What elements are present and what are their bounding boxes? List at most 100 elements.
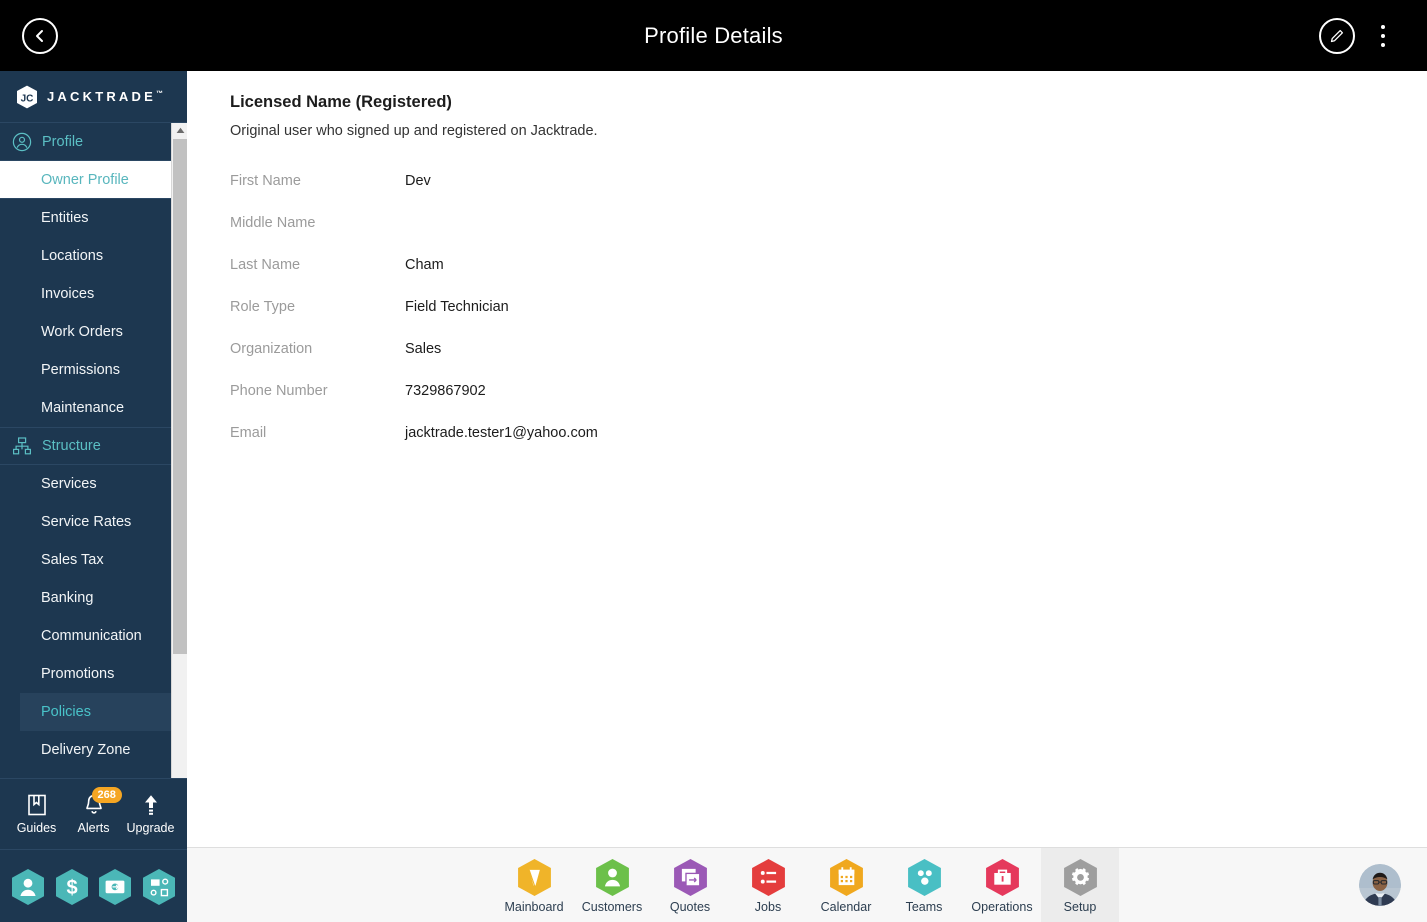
sitemap-icon bbox=[13, 437, 31, 455]
mainboard-hex-icon bbox=[517, 858, 551, 896]
tool-label: Alerts bbox=[77, 821, 110, 835]
sidebar-item-delivery-zone[interactable]: Delivery Zone bbox=[0, 731, 187, 769]
money-transfer-hex-icon[interactable] bbox=[98, 868, 132, 906]
quotes-hex-icon bbox=[673, 858, 707, 896]
sidebar-item-sales-tax[interactable]: Sales Tax bbox=[0, 541, 187, 579]
kebab-dot bbox=[1381, 25, 1385, 29]
field-row-middle-name: Middle Name bbox=[230, 202, 1427, 244]
sidebar-item-locations[interactable]: Locations bbox=[0, 237, 187, 275]
sidebar-item-invoices[interactable]: Invoices bbox=[0, 275, 187, 313]
sidebar: JC JACKTRADE™ Profile Owner Profile Enti… bbox=[0, 71, 187, 922]
sidebar-item-banking[interactable]: Banking bbox=[0, 579, 187, 617]
bottom-nav-tabs: Mainboard Customers Quotes Jobs Calendar… bbox=[187, 848, 1427, 922]
tab-label: Teams bbox=[905, 899, 943, 914]
tab-calendar[interactable]: Calendar bbox=[807, 848, 885, 922]
sidebar-item-promotions[interactable]: Promotions bbox=[0, 655, 187, 693]
tab-label: Quotes bbox=[669, 899, 711, 914]
tab-teams[interactable]: Teams bbox=[885, 848, 963, 922]
dollar-hex-icon[interactable]: $ bbox=[55, 868, 89, 906]
field-label: First Name bbox=[230, 173, 301, 189]
field-row-email: Email jacktrade.tester1@yahoo.com bbox=[230, 412, 1427, 454]
field-row-role-type: Role Type Field Technician bbox=[230, 286, 1427, 328]
sidebar-item-label: Permissions bbox=[41, 362, 120, 378]
book-icon bbox=[27, 794, 46, 816]
kebab-dot bbox=[1381, 43, 1385, 47]
app-root: Profile Details JC JACKTRADE™ Profile Ow… bbox=[0, 0, 1427, 922]
avatar[interactable] bbox=[1359, 864, 1401, 906]
calendar-hex-icon bbox=[829, 858, 863, 896]
tab-customers[interactable]: Customers bbox=[573, 848, 651, 922]
sidebar-tools: Guides 268 Alerts Upgrade bbox=[0, 778, 187, 850]
tool-label: Upgrade bbox=[126, 821, 175, 835]
field-value: Cham bbox=[405, 257, 444, 273]
sidebar-item-entities[interactable]: Entities bbox=[0, 199, 187, 237]
sidebar-item-work-orders[interactable]: Work Orders bbox=[0, 313, 187, 351]
sidebar-item-label: Owner Profile bbox=[41, 171, 129, 188]
svg-text:$: $ bbox=[66, 877, 77, 899]
alerts-badge: 268 bbox=[91, 787, 122, 803]
field-row-phone-number: Phone Number 7329867902 bbox=[230, 370, 1427, 412]
sidebar-item-label: Invoices bbox=[41, 286, 95, 302]
field-value: 7329867902 bbox=[405, 383, 486, 399]
scrollbar-thumb[interactable] bbox=[173, 139, 187, 654]
sidebar-scroll-area: Profile Owner Profile Entities Locations… bbox=[0, 123, 187, 778]
section-title: Licensed Name (Registered) bbox=[230, 93, 452, 111]
pencil-icon bbox=[1330, 29, 1344, 43]
page-title: Profile Details bbox=[644, 22, 783, 48]
sidebar-item-policies[interactable]: Policies bbox=[20, 693, 187, 731]
brand-logo[interactable]: JC JACKTRADE™ bbox=[0, 71, 187, 123]
edit-button[interactable] bbox=[1319, 18, 1355, 54]
brand-trademark: ™ bbox=[155, 90, 163, 98]
sidebar-item-label: Work Orders bbox=[41, 324, 123, 340]
sidebar-item-label: Services bbox=[41, 476, 97, 492]
sidebar-item-label: Policies bbox=[41, 704, 91, 720]
tab-operations[interactable]: Operations bbox=[963, 848, 1041, 922]
field-value: Field Technician bbox=[405, 299, 509, 315]
section-subtitle: Original user who signed up and register… bbox=[230, 123, 598, 139]
sidebar-item-label: Delivery Zone bbox=[41, 742, 131, 758]
tab-setup[interactable]: Setup bbox=[1041, 848, 1119, 922]
sidebar-item-permissions[interactable]: Permissions bbox=[0, 351, 187, 389]
kebab-dot bbox=[1381, 34, 1385, 38]
sidebar-item-services[interactable]: Services bbox=[0, 465, 187, 503]
guides-button[interactable]: Guides bbox=[9, 793, 65, 835]
field-row-organization: Organization Sales bbox=[230, 328, 1427, 370]
sidebar-scrollbar[interactable] bbox=[171, 123, 187, 778]
sidebar-group-label: Profile bbox=[42, 133, 84, 150]
brand-name: JACKTRADE™ bbox=[47, 89, 163, 104]
sidebar-item-service-rates[interactable]: Service Rates bbox=[0, 503, 187, 541]
field-label: Phone Number bbox=[230, 383, 328, 399]
alerts-button[interactable]: 268 Alerts bbox=[66, 787, 122, 835]
user-circle-icon bbox=[12, 132, 32, 151]
tab-jobs[interactable]: Jobs bbox=[729, 848, 807, 922]
field-value: Sales bbox=[405, 341, 442, 357]
tab-label: Jobs bbox=[754, 899, 782, 914]
sidebar-item-label: Service Rates bbox=[41, 514, 132, 530]
bottom-navigation: Mainboard Customers Quotes Jobs Calendar… bbox=[187, 847, 1427, 922]
up-arrow-icon bbox=[144, 795, 157, 815]
sidebar-item-maintenance[interactable]: Maintenance bbox=[0, 389, 187, 427]
sidebar-item-communication[interactable]: Communication bbox=[0, 617, 187, 655]
upgrade-button[interactable]: Upgrade bbox=[123, 793, 179, 835]
svg-text:JC: JC bbox=[21, 93, 34, 104]
teams-hex-icon bbox=[907, 858, 941, 896]
tab-label: Mainboard bbox=[504, 899, 564, 914]
tab-label: Customers bbox=[581, 899, 643, 914]
sidebar-item-label: Communication bbox=[41, 628, 142, 644]
tab-mainboard[interactable]: Mainboard bbox=[495, 848, 573, 922]
sidebar-quick-actions: $ bbox=[0, 851, 187, 922]
workflow-hex-icon[interactable] bbox=[142, 868, 176, 906]
sidebar-item-label: Promotions bbox=[41, 666, 115, 682]
field-row-first-name: First Name Dev bbox=[230, 160, 1427, 202]
sidebar-item-owner-profile[interactable]: Owner Profile bbox=[0, 161, 187, 199]
sidebar-item-label: Locations bbox=[41, 248, 104, 264]
sidebar-item-label: Sales Tax bbox=[41, 552, 104, 568]
sidebar-group-structure[interactable]: Structure bbox=[0, 427, 187, 465]
user-avatar-image bbox=[1359, 864, 1401, 906]
overflow-menu-button[interactable] bbox=[1372, 18, 1394, 54]
person-hex-icon[interactable] bbox=[11, 868, 45, 906]
tab-quotes[interactable]: Quotes bbox=[651, 848, 729, 922]
sidebar-group-profile[interactable]: Profile bbox=[0, 123, 187, 161]
scroll-up-button[interactable] bbox=[172, 123, 187, 138]
main-content: Licensed Name (Registered) Original user… bbox=[187, 71, 1427, 847]
